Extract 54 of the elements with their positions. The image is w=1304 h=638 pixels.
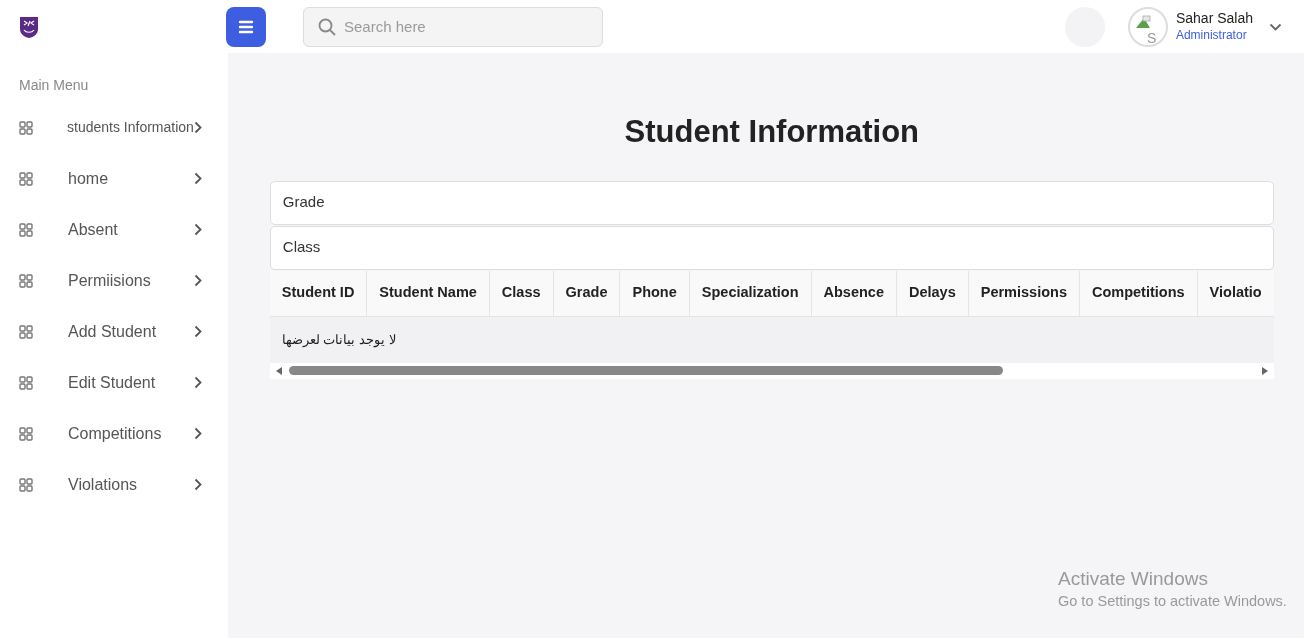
- menu-button[interactable]: [226, 6, 266, 47]
- sidebar-item[interactable]: Add Student: [0, 306, 228, 357]
- column-header: Permissions: [968, 270, 1080, 317]
- activation-message: Go to Settings to activate Windows.: [1058, 591, 1287, 611]
- chevron-right-icon: [193, 376, 202, 389]
- sidebar-item[interactable]: Edit Student: [0, 357, 228, 408]
- column-header: Competitions: [1079, 270, 1198, 317]
- grid-icon: [19, 426, 33, 441]
- sidebar-heading: Main Menu: [18, 76, 90, 95]
- grid-icon: [19, 222, 33, 237]
- chevron-right-icon: [193, 325, 202, 338]
- column-header: Class: [489, 270, 554, 317]
- column-header: Delays: [896, 270, 969, 317]
- filter-field[interactable]: Grade: [269, 180, 1274, 225]
- page-title: Student Information: [623, 113, 921, 151]
- chevron-right-icon: [193, 223, 202, 236]
- column-header: Absence: [811, 270, 897, 317]
- avatar-alt-text: S: [1146, 30, 1157, 45]
- sidebar-item[interactable]: Violations: [0, 459, 228, 510]
- grid-icon: [19, 171, 33, 186]
- column-header: Grade: [553, 270, 620, 317]
- sidebar-item[interactable]: Competitions: [0, 408, 228, 459]
- chevron-right-icon: [193, 274, 202, 287]
- column-header: Student ID: [269, 270, 367, 317]
- sidebar-item[interactable]: Absent: [0, 204, 228, 255]
- chevron-right-icon: [193, 121, 202, 134]
- activation-title: Activate Windows: [1058, 568, 1209, 591]
- chevron-down-icon[interactable]: [1269, 22, 1282, 31]
- empty-message: لا يوجد بيانات لعرضها: [281, 332, 396, 347]
- scroll-right-icon[interactable]: [1260, 366, 1268, 375]
- user-role: Administrator: [1175, 27, 1248, 43]
- scroll-left-icon[interactable]: [275, 366, 283, 375]
- chevron-right-icon: [193, 478, 202, 491]
- filter-field[interactable]: Class: [269, 225, 1274, 270]
- grid-icon: [19, 273, 33, 288]
- logo-icon: [19, 14, 39, 39]
- column-header: Student Name: [366, 270, 490, 317]
- sidebar-item[interactable]: students Information: [0, 102, 228, 153]
- grid-icon: [19, 324, 33, 339]
- user-name: Sahar Salah: [1175, 10, 1253, 28]
- broken-image-icon: [1134, 14, 1151, 29]
- sidebar-item[interactable]: home: [0, 153, 228, 204]
- grid-icon: [19, 375, 33, 390]
- grid-icon: [19, 120, 33, 135]
- chevron-right-icon: [193, 427, 202, 440]
- sidebar-item[interactable]: Permiisions: [0, 255, 228, 306]
- column-header: Phone: [620, 270, 690, 317]
- chevron-right-icon: [193, 172, 202, 185]
- column-header: Specialization: [689, 270, 811, 317]
- grid-icon: [19, 477, 33, 492]
- scrollbar-thumb[interactable]: [288, 366, 1003, 375]
- menu-icon: [238, 19, 254, 34]
- column-header: Violatio: [1197, 270, 1274, 317]
- search-field[interactable]: Search here: [303, 6, 603, 47]
